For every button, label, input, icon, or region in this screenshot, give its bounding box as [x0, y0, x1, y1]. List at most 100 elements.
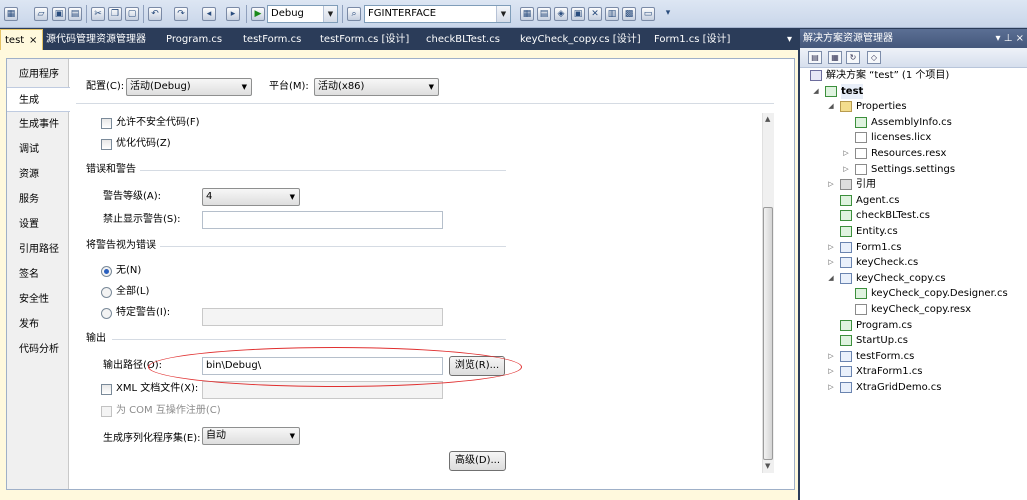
class-diagram-icon[interactable]: ◇ [867, 51, 881, 64]
advanced-button[interactable]: 高级(D)... [449, 451, 506, 471]
nav-item-services[interactable]: 服务 [7, 187, 69, 212]
pin-icon[interactable]: ▾ ⊥ × [996, 29, 1024, 48]
navigate-forward-icon[interactable]: ▸ [226, 7, 240, 21]
tree-item[interactable]: ▷ testForm.cs [800, 349, 1027, 365]
expanded-arrow-icon[interactable]: ◢ [826, 271, 836, 286]
tree-item[interactable]: 解决方案 “test” (1 个项目) [800, 68, 1027, 84]
collapsed-arrow-icon[interactable]: ▷ [841, 146, 851, 161]
nav-item-security[interactable]: 安全性 [7, 287, 69, 312]
tree-item[interactable]: ▷ keyCheck.cs [800, 255, 1027, 271]
toolbox-icon[interactable]: ▣ [571, 7, 585, 21]
refresh-icon[interactable]: ↻ [846, 51, 860, 64]
nav-item-debug[interactable]: 调试 [7, 137, 69, 162]
command-window-icon[interactable]: ▭ [641, 7, 655, 21]
nav-item-resources[interactable]: 资源 [7, 162, 69, 187]
nav-item-build-events[interactable]: 生成事件 [7, 112, 69, 137]
nav-item-build[interactable]: 生成 [7, 87, 70, 112]
collapsed-arrow-icon[interactable]: ▷ [826, 177, 836, 192]
tree-item[interactable]: ▷ 引用 [800, 177, 1027, 193]
show-all-files-icon[interactable]: ▦ [828, 51, 842, 64]
expanded-arrow-icon[interactable]: ◢ [826, 99, 836, 114]
nav-item-application[interactable]: 应用程序 [7, 62, 69, 87]
tree-item[interactable]: ▷ Resources.resx [800, 146, 1027, 162]
scroll-up-icon[interactable]: ▲ [765, 115, 770, 123]
tab-source-control[interactable]: 源代码管理资源管理器 [46, 29, 146, 50]
collapsed-arrow-icon[interactable]: ▷ [826, 349, 836, 364]
open-folder-icon[interactable]: ▱ [34, 7, 48, 21]
solution-config-combo[interactable]: Debug ▼ [267, 5, 338, 23]
chevron-down-icon[interactable]: ▼ [496, 6, 510, 22]
optimize-checkbox[interactable] [101, 139, 112, 150]
nav-item-publish[interactable]: 发布 [7, 312, 69, 337]
tree-item[interactable]: AssemblyInfo.cs [800, 115, 1027, 131]
collapsed-arrow-icon[interactable]: ▷ [826, 240, 836, 255]
tree-item[interactable]: Agent.cs [800, 193, 1027, 209]
paste-icon[interactable]: ▢ [125, 7, 139, 21]
tree-item[interactable]: keyCheck_copy.resx [800, 302, 1027, 318]
tree-item[interactable]: checkBLTest.cs [800, 208, 1027, 224]
tab-testform-cs[interactable]: testForm.cs [243, 29, 301, 50]
properties-icon[interactable]: ▤ [808, 51, 822, 64]
redo-icon[interactable]: ↷ [174, 7, 188, 21]
scrollbar-thumb[interactable] [763, 207, 773, 460]
treat-specific-radio[interactable] [101, 308, 112, 319]
properties-icon[interactable]: ▤ [537, 7, 551, 21]
expanded-arrow-icon[interactable]: ◢ [811, 84, 821, 99]
extension-icon[interactable]: ▩ [622, 7, 636, 21]
scroll-down-icon[interactable]: ▼ [765, 462, 770, 470]
nav-item-signing[interactable]: 签名 [7, 262, 69, 287]
tree-item[interactable]: ▷ Settings.settings [800, 162, 1027, 178]
cut-icon[interactable]: ✂ [91, 7, 105, 21]
tab-keycheck-copy-design[interactable]: keyCheck_copy.cs [设计] [520, 29, 641, 50]
tab-checkbltest-cs[interactable]: checkBLTest.cs [426, 29, 500, 50]
collapsed-arrow-icon[interactable]: ▷ [826, 380, 836, 395]
tab-test[interactable]: test × [0, 29, 43, 50]
tree-item[interactable]: StartUp.cs [800, 333, 1027, 349]
treat-all-radio[interactable] [101, 287, 112, 298]
close-icon[interactable]: × [29, 30, 37, 51]
chevron-down-icon[interactable]: ▼ [323, 6, 337, 22]
tree-item[interactable]: ◢ Properties [800, 99, 1027, 115]
save-all-icon[interactable]: ▤ [68, 7, 82, 21]
solution-explorer-icon[interactable]: ▦ [520, 7, 534, 21]
start-page-icon[interactable]: ▥ [605, 7, 619, 21]
collapsed-arrow-icon[interactable]: ▷ [826, 255, 836, 270]
tree-item[interactable]: Entity.cs [800, 224, 1027, 240]
collapsed-arrow-icon[interactable]: ▷ [826, 364, 836, 379]
allow-unsafe-checkbox[interactable] [101, 118, 112, 129]
undo-icon[interactable]: ↶ [148, 7, 162, 21]
copy-icon[interactable]: ❐ [108, 7, 122, 21]
nav-item-reference-paths[interactable]: 引用路径 [7, 237, 69, 262]
config-select[interactable]: 活动(Debug) ▼ [126, 78, 252, 96]
tab-program-cs[interactable]: Program.cs [166, 29, 222, 50]
serialization-select[interactable]: 自动 ▼ [202, 427, 300, 445]
tab-testform-design[interactable]: testForm.cs [设计] [320, 29, 409, 50]
find-combo[interactable]: FGINTERFACE ▼ [364, 5, 511, 23]
tree-item[interactable]: ▷ XtraGridDemo.cs [800, 380, 1027, 396]
nav-item-settings[interactable]: 设置 [7, 212, 69, 237]
nav-item-code-analysis[interactable]: 代码分析 [7, 337, 69, 362]
tree-item[interactable]: keyCheck_copy.Designer.cs [800, 286, 1027, 302]
new-project-icon[interactable]: ▦ [4, 7, 18, 21]
navigate-back-icon[interactable]: ◂ [202, 7, 216, 21]
tree-item[interactable]: Program.cs [800, 318, 1027, 334]
collapsed-arrow-icon[interactable]: ▷ [841, 162, 851, 177]
treat-none-radio[interactable] [101, 266, 112, 277]
start-debug-icon[interactable]: ▶ [251, 7, 265, 21]
tree-item[interactable]: ▷ Form1.cs [800, 240, 1027, 256]
object-browser-icon[interactable]: ◈ [554, 7, 568, 21]
tab-form1-design[interactable]: Form1.cs [设计] [654, 29, 730, 50]
toolbar-overflow-icon[interactable]: ▾ [661, 7, 675, 21]
warning-level-select[interactable]: 4 ▼ [202, 188, 300, 206]
tree-item[interactable]: licenses.licx [800, 130, 1027, 146]
save-icon[interactable]: ▣ [52, 7, 66, 21]
platform-select[interactable]: 活动(x86) ▼ [314, 78, 439, 96]
tree-item[interactable]: ◢ test [800, 83, 1027, 100]
find-in-files-icon[interactable]: ⌕ [347, 7, 361, 21]
xml-doc-checkbox[interactable] [101, 384, 112, 395]
tab-list-dropdown-icon[interactable]: ▾ [787, 29, 792, 50]
tree-item[interactable]: ◢ keyCheck_copy.cs [800, 271, 1027, 287]
tree-item[interactable]: ▷ XtraForm1.cs [800, 364, 1027, 380]
suppress-warnings-input[interactable] [202, 211, 443, 229]
tools-icon[interactable]: ✕ [588, 7, 602, 21]
